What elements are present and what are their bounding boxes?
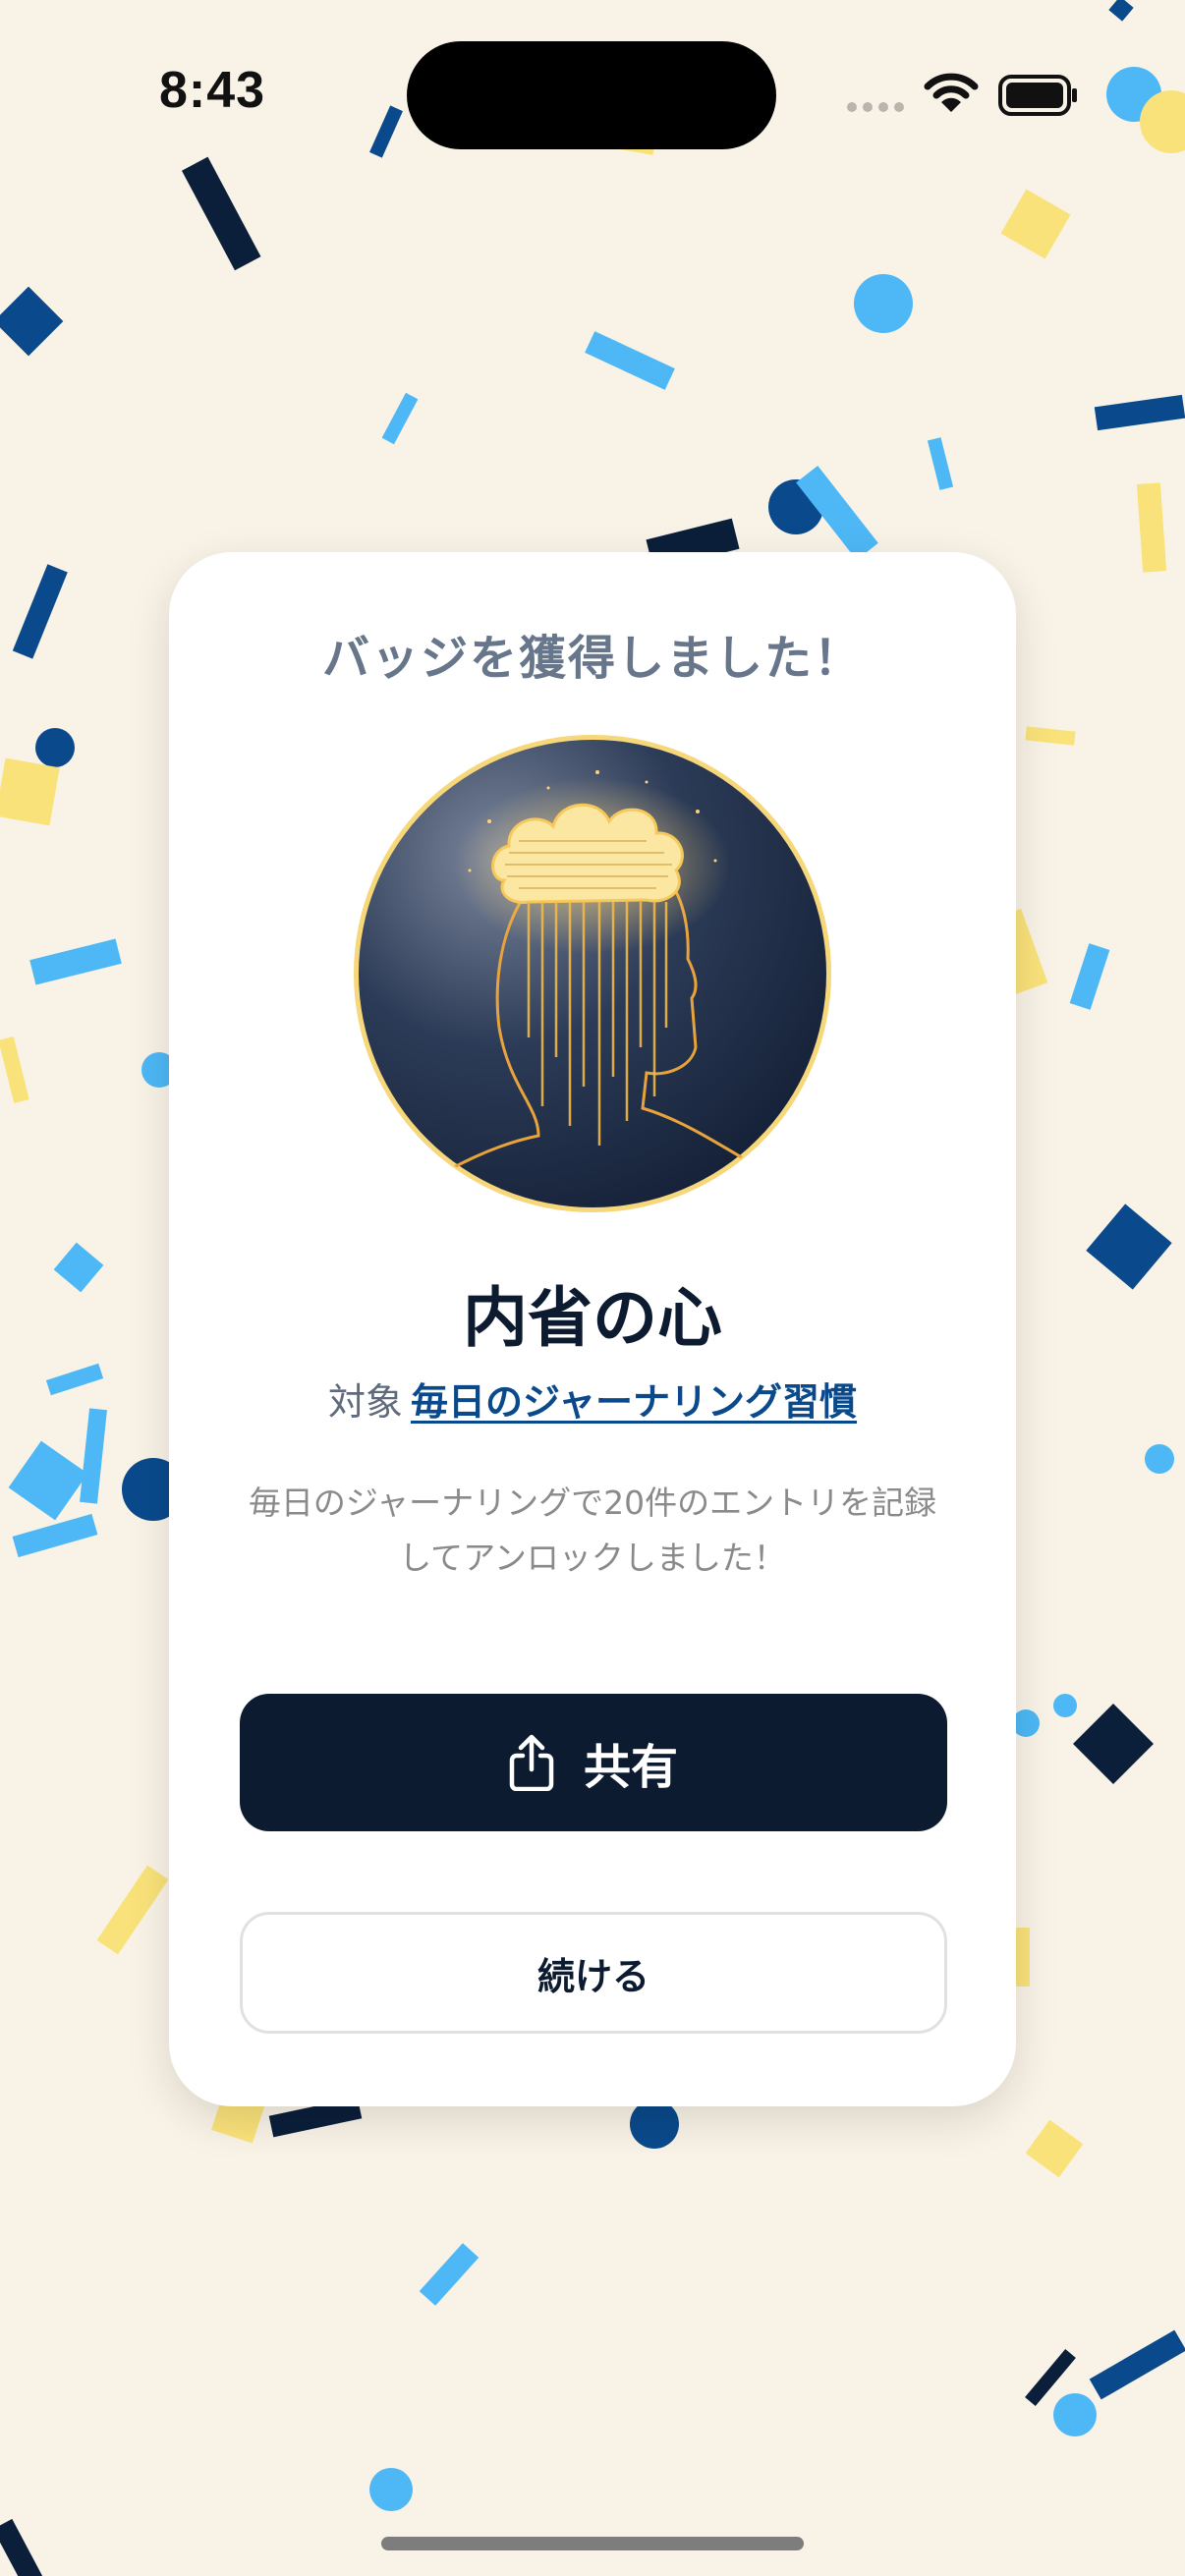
signal-icon: [847, 102, 904, 112]
target-habit-link[interactable]: 毎日のジャーナリング習慣: [411, 1380, 857, 1424]
badge-image: [354, 735, 831, 1212]
card-heading: バッジを獲得しました！: [321, 631, 863, 686]
continue-button-label: 続ける: [536, 1956, 649, 1998]
badge-earned-card: バッジを獲得しました！ 内省の心 対象 毎日のジャーナリング習慣 毎日のジャーナ…: [169, 552, 1016, 2106]
dynamic-island: [407, 41, 776, 149]
home-indicator[interactable]: [381, 2537, 804, 2550]
status-time: 8:43: [159, 62, 266, 119]
share-icon: [509, 1734, 554, 1791]
battery-icon: [998, 75, 1077, 116]
target-line: 対象 毎日のジャーナリング習慣: [169, 1372, 1016, 1426]
badge-title: 内省の心: [463, 1280, 722, 1356]
continue-button[interactable]: 続ける: [240, 1912, 947, 2034]
target-prefix: 対象: [327, 1380, 403, 1424]
share-button[interactable]: 共有: [240, 1694, 947, 1831]
wifi-icon: [924, 73, 979, 112]
badge-description: 毎日のジャーナリングで20件のエントリを記録してアンロックしました！: [248, 1484, 937, 1577]
share-button-label: 共有: [583, 1742, 678, 1794]
